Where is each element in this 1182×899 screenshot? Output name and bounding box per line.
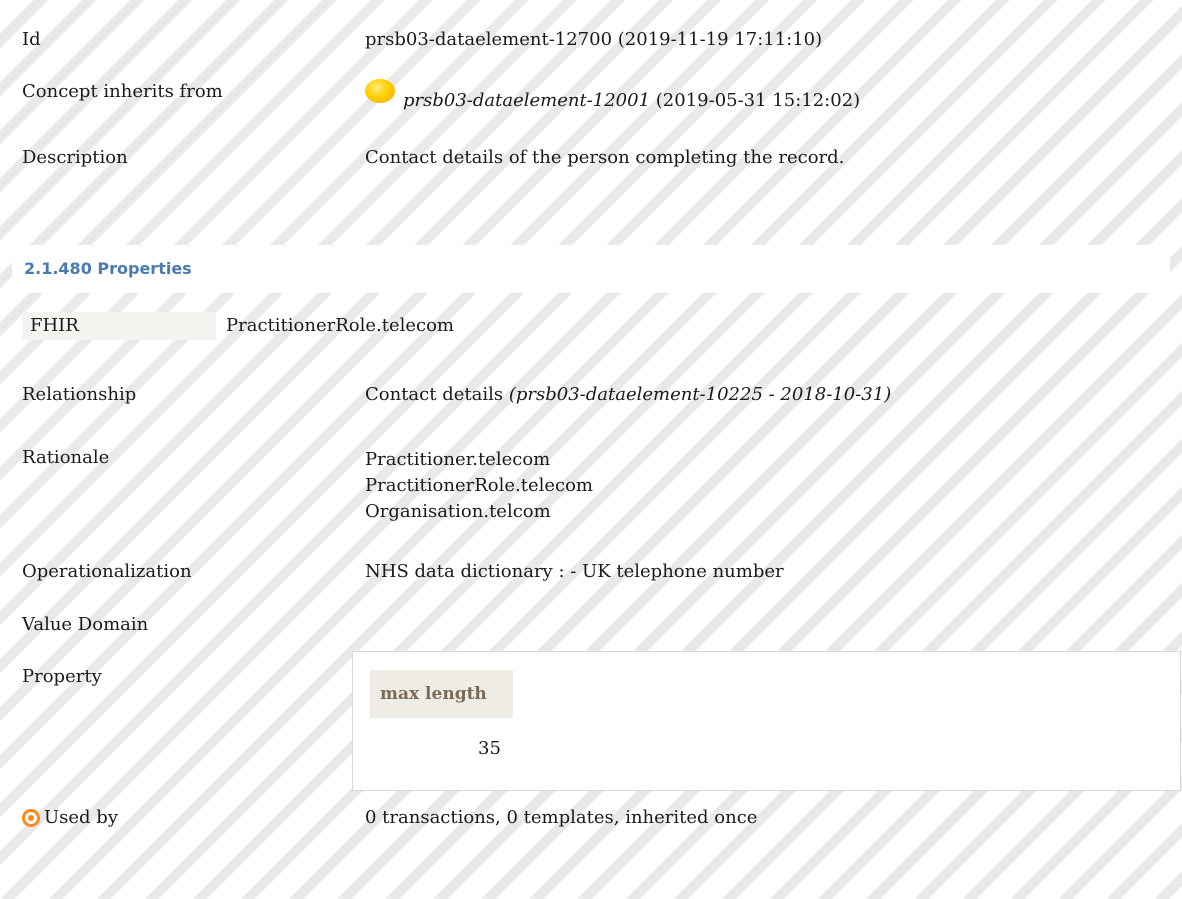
inherits-label: Concept inherits from: [22, 81, 223, 102]
fhir-value: PractitionerRole.telecom: [226, 315, 454, 336]
description-label: Description: [22, 147, 128, 168]
property-value-max-length: 35: [478, 738, 501, 759]
property-header-max-length: max length: [370, 670, 513, 718]
inherits-date: (2019-05-31 15:12:02): [655, 90, 861, 111]
relationship-ref-link[interactable]: (prsb03-dataelement-10225 - 2018-10-31): [509, 384, 891, 405]
inherits-link[interactable]: prsb03-dataelement-12001: [403, 90, 650, 111]
operationalization-label: Operationalization: [22, 561, 192, 582]
rationale-label: Rationale: [22, 447, 110, 468]
id-label: Id: [22, 29, 41, 50]
description-value: Contact details of the person completing…: [365, 147, 845, 168]
used-by-label: Used by: [44, 807, 118, 828]
target-icon: [22, 809, 40, 827]
value-domain-label: Value Domain: [22, 614, 149, 635]
relationship-label: Relationship: [22, 384, 137, 405]
relationship-text: Contact details: [365, 384, 504, 405]
used-by-value: 0 transactions, 0 templates, inherited o…: [365, 807, 758, 828]
rationale-line: PractitionerRole.telecom: [365, 475, 593, 496]
rationale-line: Organisation.telcom: [365, 501, 551, 522]
property-table: max length 35: [352, 651, 1181, 791]
operationalization-value: NHS data dictionary : - UK telephone num…: [365, 561, 784, 582]
id-value: prsb03-dataelement-12700 (2019-11-19 17:…: [365, 29, 823, 50]
properties-section-header: 2.1.480 Properties: [12, 245, 1170, 293]
yellow-circle-icon: [365, 79, 395, 103]
inherits-value: prsb03-dataelement-12001 (2019-05-31 15:…: [403, 90, 860, 111]
rationale-value: Practitioner.telecom PractitionerRole.te…: [365, 447, 593, 525]
property-label: Property: [22, 666, 102, 687]
rationale-line: Practitioner.telecom: [365, 449, 551, 470]
fhir-label: FHIR: [22, 312, 216, 340]
section-title[interactable]: 2.1.480 Properties: [24, 259, 192, 278]
relationship-value: Contact details (prsb03-dataelement-1022…: [365, 384, 891, 405]
